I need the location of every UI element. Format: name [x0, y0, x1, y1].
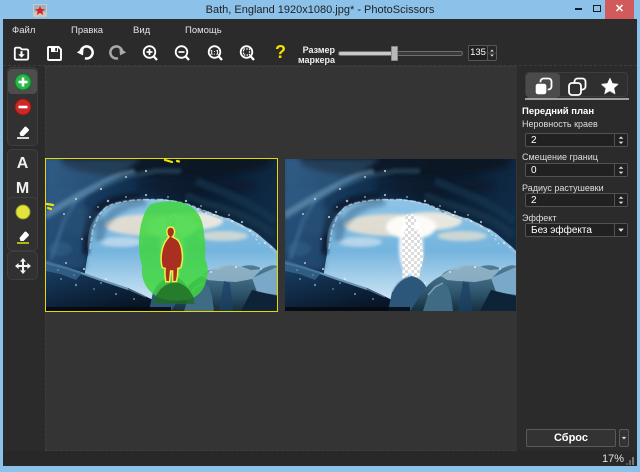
svg-text:1:1: 1:1: [209, 50, 219, 57]
